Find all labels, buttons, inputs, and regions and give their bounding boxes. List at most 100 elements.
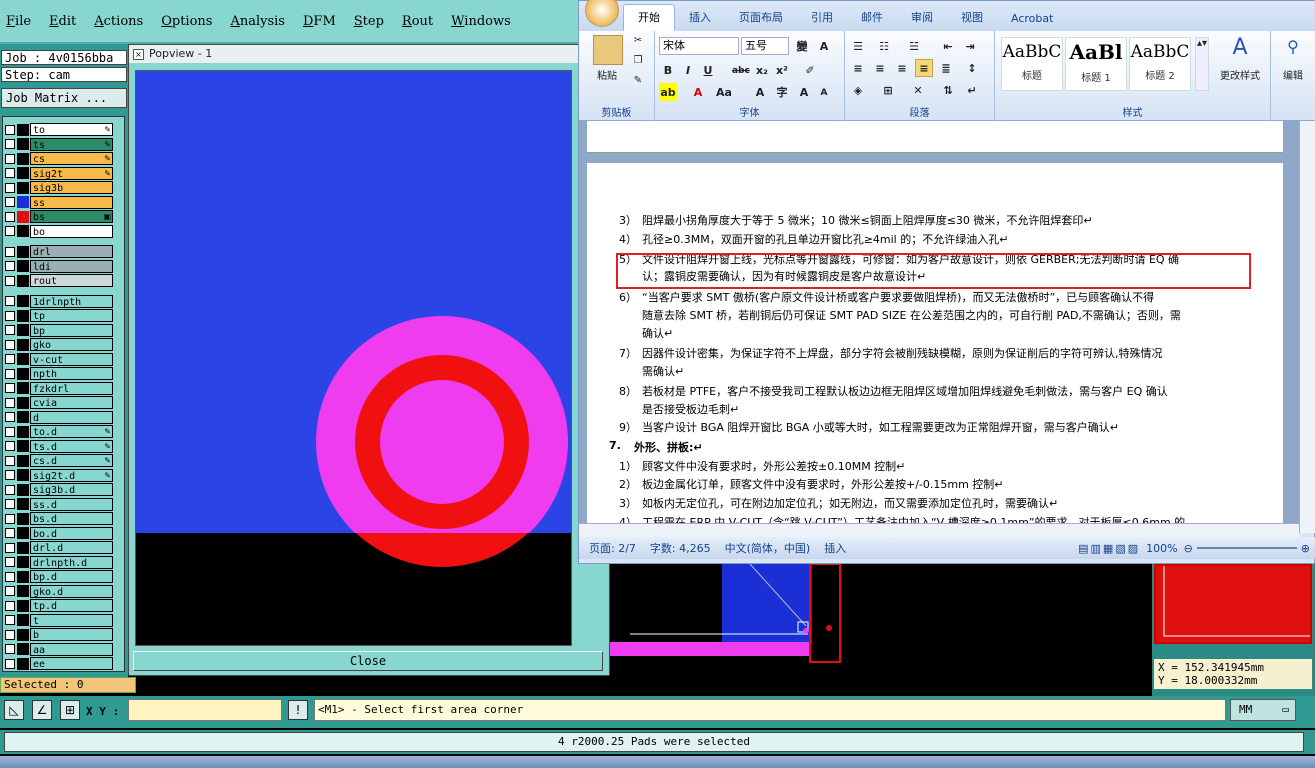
layer-row[interactable]: gko xyxy=(5,338,113,351)
layer-checkbox[interactable] xyxy=(5,310,15,321)
char-border-icon[interactable]: A xyxy=(815,37,833,55)
layer-name[interactable]: tp xyxy=(30,309,113,322)
layer-checkbox[interactable] xyxy=(5,226,15,236)
layer-row[interactable]: bo.d xyxy=(5,526,113,540)
layer-row[interactable]: bp xyxy=(5,323,113,337)
layer-checkbox[interactable] xyxy=(5,600,15,611)
shading-icon[interactable]: ◈ xyxy=(849,81,867,99)
sort-icon[interactable]: ⇅ xyxy=(939,81,957,99)
layer-row[interactable]: tp xyxy=(5,309,113,322)
layer-name[interactable]: bp xyxy=(30,323,113,337)
layer-checkbox[interactable] xyxy=(5,426,15,437)
layer-checkbox[interactable] xyxy=(5,571,15,582)
grow-font-icon[interactable]: 變 xyxy=(793,37,811,55)
change-case-icon[interactable]: Aa xyxy=(715,83,733,101)
layer-checkbox[interactable] xyxy=(5,246,15,257)
layer-name[interactable]: fzkdrl xyxy=(30,381,113,395)
layer-name[interactable]: sig3b xyxy=(30,181,113,194)
layer-checkbox[interactable] xyxy=(5,339,15,350)
layer-name[interactable]: npth xyxy=(30,367,113,380)
pcb-canvas[interactable] xyxy=(610,563,1150,694)
layer-name[interactable]: cs.d xyxy=(30,454,113,467)
layer-row[interactable]: bs ▣ xyxy=(5,210,113,223)
layer-name[interactable]: aa xyxy=(30,642,113,656)
layer-name[interactable]: drl.d xyxy=(30,541,113,554)
view-buttons-icon[interactable]: ▤▥▦▧▨ xyxy=(1078,542,1140,555)
font-name-select[interactable]: 宋体 xyxy=(659,37,739,55)
multilevel-list-icon[interactable]: ☱ xyxy=(905,37,923,55)
language-indicator[interactable]: 中文(简体，中国) xyxy=(725,540,811,556)
layer-checkbox[interactable] xyxy=(5,557,15,567)
layer-row[interactable]: tp.d xyxy=(5,599,113,612)
layer-name[interactable]: d xyxy=(30,410,113,424)
layer-name[interactable]: gko xyxy=(30,338,113,351)
layer-name[interactable]: tp.d xyxy=(30,599,113,612)
layer-checkbox[interactable] xyxy=(5,354,15,364)
layer-name[interactable]: ss.d xyxy=(30,497,113,511)
layer-name[interactable]: v-cut xyxy=(30,352,113,366)
chinese-layout-icon[interactable]: ✕ xyxy=(909,81,927,99)
layer-name[interactable]: to.d xyxy=(30,425,113,438)
numbering-icon[interactable]: ☷ xyxy=(875,37,893,55)
menu-options[interactable]: Options xyxy=(161,14,212,29)
layer-row[interactable]: ee xyxy=(5,657,113,670)
subscript-icon[interactable]: x₂ xyxy=(753,61,771,79)
tab-insert[interactable]: 插入 xyxy=(675,9,725,31)
popview-canvas[interactable] xyxy=(135,70,572,646)
decrease-indent-icon[interactable]: ⇤ xyxy=(939,37,957,55)
change-styles-button[interactable]: 更改样式 xyxy=(1211,67,1269,82)
layer-checkbox[interactable] xyxy=(5,484,15,495)
layer-row[interactable]: ts.d ✎ xyxy=(5,439,113,453)
layer-checkbox[interactable] xyxy=(5,586,15,596)
layer-row[interactable]: cs.d ✎ xyxy=(5,454,113,467)
font-grow-icon[interactable]: A xyxy=(795,83,813,101)
horizontal-scrollbar[interactable] xyxy=(579,523,1299,537)
layer-checkbox[interactable] xyxy=(5,499,15,509)
layer-row[interactable]: drl xyxy=(5,245,113,258)
layer-checkbox[interactable] xyxy=(5,182,15,193)
layer-name[interactable]: ts xyxy=(30,137,113,151)
tab-mailings[interactable]: 邮件 xyxy=(847,9,897,31)
justify-icon[interactable]: ≡ xyxy=(915,59,933,77)
zoom-in-icon[interactable]: ⊕ xyxy=(1301,542,1310,555)
show-marks-icon[interactable]: ↵ xyxy=(963,81,981,99)
increase-indent-icon[interactable]: ⇥ xyxy=(961,37,979,55)
char-shading-icon[interactable]: A xyxy=(751,83,769,101)
font-color-icon[interactable]: A xyxy=(689,83,707,101)
layer-row[interactable]: to ✎ xyxy=(5,123,113,136)
layer-name[interactable]: to xyxy=(30,123,113,136)
layer-row[interactable]: cvia xyxy=(5,396,113,409)
measure-icon[interactable]: ∠ xyxy=(32,700,52,720)
layer-row[interactable]: bs.d xyxy=(5,512,113,525)
layer-row[interactable]: npth xyxy=(5,367,113,380)
layer-name[interactable]: rout xyxy=(30,274,113,287)
layer-row[interactable]: rout xyxy=(5,274,113,287)
bold-icon[interactable]: B xyxy=(659,61,677,79)
job-matrix-button[interactable]: Job Matrix ... xyxy=(1,88,127,108)
zoom-out-icon[interactable]: ⊖ xyxy=(1184,542,1193,555)
enclose-char-icon[interactable]: 字 xyxy=(773,83,791,101)
tab-acrobat[interactable]: Acrobat xyxy=(997,12,1067,31)
layer-row[interactable]: bo xyxy=(5,224,113,238)
layer-name[interactable]: cvia xyxy=(30,396,113,409)
layer-row[interactable]: drl.d xyxy=(5,541,113,554)
menu-windows[interactable]: Windows xyxy=(451,14,511,29)
align-center-icon[interactable]: ≡ xyxy=(871,59,889,77)
layer-checkbox[interactable] xyxy=(5,383,15,393)
menu-step[interactable]: Step xyxy=(354,14,384,29)
change-styles-icon[interactable]: A xyxy=(1213,35,1267,60)
layer-row[interactable]: ss xyxy=(5,195,113,209)
layer-checkbox[interactable] xyxy=(5,168,15,178)
layer-checkbox[interactable] xyxy=(5,542,15,553)
highlight-icon[interactable]: ab xyxy=(659,83,677,101)
layer-row[interactable]: ss.d xyxy=(5,497,113,511)
font-size-select[interactable]: 五号 xyxy=(741,37,789,55)
layer-name[interactable]: cs xyxy=(30,152,113,165)
tab-references[interactable]: 引用 xyxy=(797,9,847,31)
layer-name[interactable]: sig2t xyxy=(30,166,113,180)
styles-scroll-icon[interactable]: ▴▾ xyxy=(1195,37,1209,91)
layer-name[interactable]: sig2t.d xyxy=(30,468,113,482)
align-left-icon[interactable]: ≡ xyxy=(849,59,867,77)
bullets-icon[interactable]: ☰ xyxy=(849,37,867,55)
align-right-icon[interactable]: ≡ xyxy=(893,59,911,77)
